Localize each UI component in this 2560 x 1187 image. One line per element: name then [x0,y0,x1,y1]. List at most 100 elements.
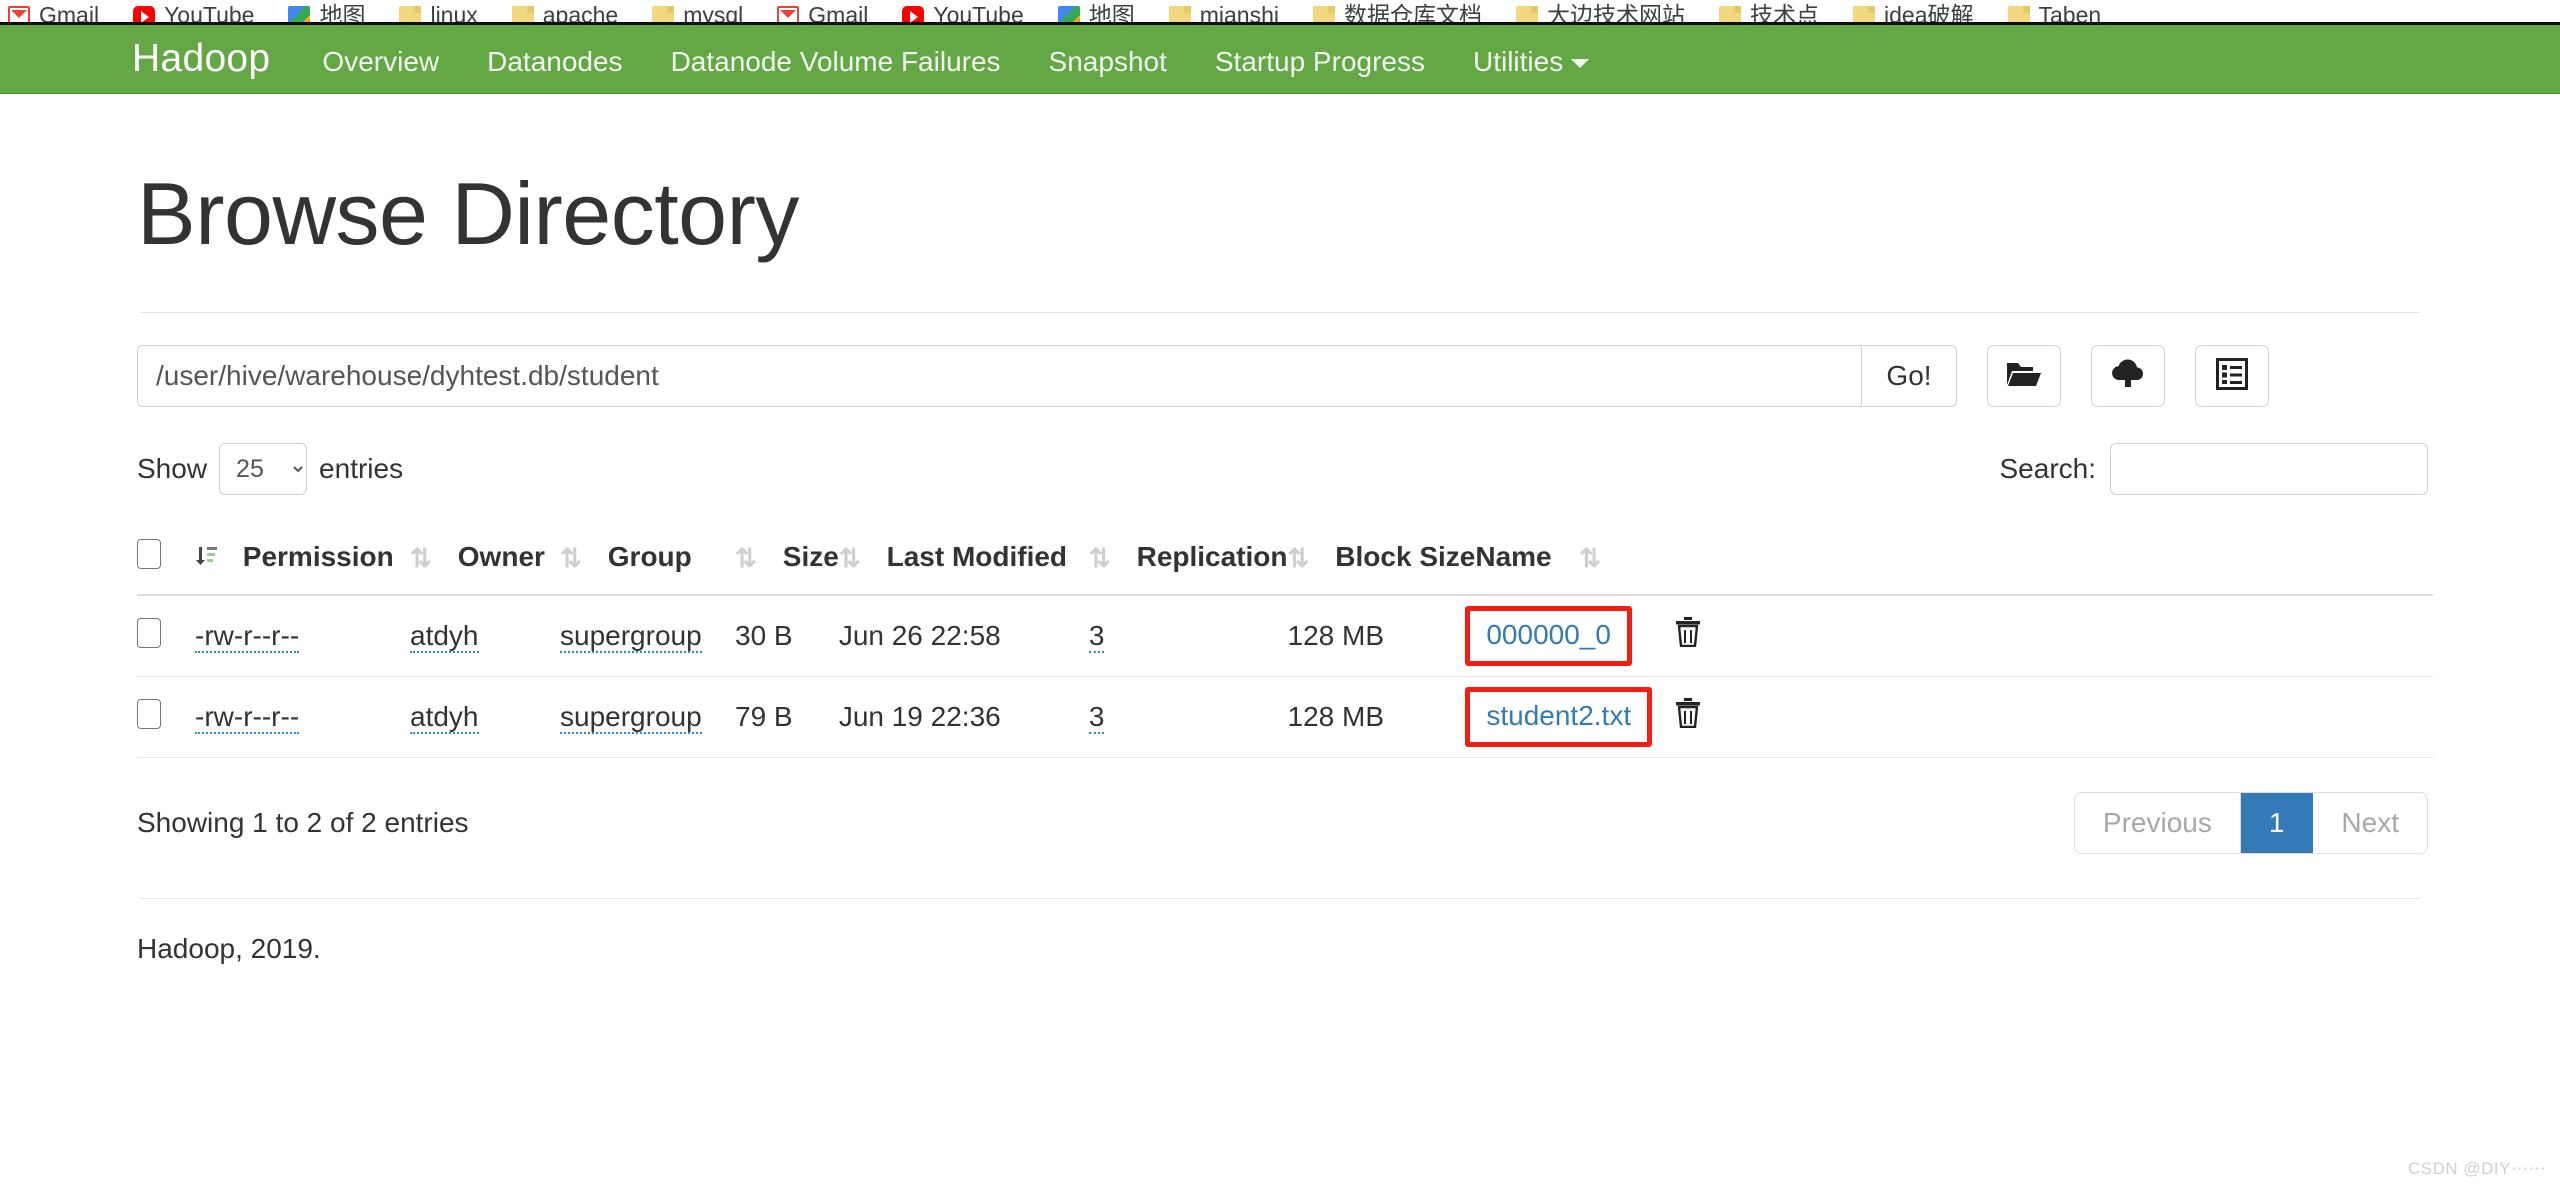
bookmark-label: Gmail [808,2,869,22]
sort-icon: ⇅ [838,543,861,574]
folder-icon [1313,6,1336,22]
go-button[interactable]: Go! [1861,345,1957,408]
nav-datanode-volume-failures[interactable]: Datanode Volume Failures [671,46,1001,78]
upload-button[interactable] [2091,345,2165,408]
nav-snapshot[interactable]: Snapshot [1049,46,1167,78]
folder-icon [1516,6,1539,22]
bookmark-item[interactable]: 数据仓库文档 [1313,2,1482,22]
size-value: 79 B [735,701,793,733]
bookmark-item[interactable]: mysql [652,2,743,22]
brand-hadoop[interactable]: Hadoop [132,37,270,81]
column-size-label: Size [782,541,839,573]
title-divider [140,312,2420,314]
search-label: Search: [1999,453,2097,485]
column-owner[interactable]: ⇅ Owner [410,521,560,597]
pagination-next[interactable]: Next [2313,793,2427,854]
column-block-size[interactable]: ⇅ Block Size [1287,521,1476,597]
bookmark-item[interactable]: linux [399,2,478,22]
path-input-group: Go! [137,345,1957,408]
column-size[interactable]: ⇅ Size [735,521,839,597]
group-value[interactable]: supergroup [560,620,702,654]
entries-label: entries [319,453,404,485]
row-select-cell [137,676,195,759]
column-select-all[interactable] [137,521,195,597]
footer-divider [140,898,2420,900]
row-group-cell: supergroup [560,595,735,678]
page-length-control: Show 2550100 entries [137,443,404,496]
show-label: Show [137,453,208,485]
group-value[interactable]: supergroup [560,701,702,735]
watermark: CSDN @DIY⋯⋯ [2408,1159,2546,1178]
row-delete-cell [1675,595,2433,678]
bookmark-label: 技术点 [1750,2,1820,22]
row-last-modified-cell: Jun 19 22:36 [838,676,1089,759]
directory-path-input[interactable] [137,345,1861,408]
row-owner-cell: atdyh [410,595,560,678]
bookmark-label: mianshi [1199,2,1280,22]
bookmark-item[interactable]: 地图 [1057,2,1135,22]
replication-value[interactable]: 3 [1088,620,1105,654]
bookmark-label: Taben [2038,2,2102,22]
row-replication-cell: 3 [1088,595,1288,678]
table-row: -rw-r--r-- atdyh supergroup 79 B Jun 19 22:3… [137,676,2433,759]
nav-overview[interactable]: Overview [322,46,439,78]
bookmark-item[interactable]: apache [511,2,618,22]
bookmark-item[interactable]: 地图 [288,2,365,22]
owner-value[interactable]: atdyh [410,701,479,735]
permission-value[interactable]: -rw-r--r-- [195,701,300,735]
bookmark-item[interactable]: mianshi [1168,2,1280,22]
row-group-cell: supergroup [560,676,735,759]
bookmark-item[interactable]: YouTube [133,2,254,22]
row-checkbox[interactable] [137,617,161,648]
sort-icon: ⇅ [410,543,432,574]
bookmark-item[interactable]: 技术点 [1719,2,1819,22]
column-block-size-label: Block Size [1335,541,1476,573]
page-length-select[interactable]: 2550100 [219,443,308,496]
row-last-modified-cell: Jun 26 22:58 [838,595,1089,678]
browser-bookmarks-bar: Gmail YouTube 地图 linux apache mysql Gmail YouTu… [0,0,2560,22]
pagination: Previous 1 Next [2073,792,2428,855]
block-size-value: 128 MB [1287,620,1385,652]
column-owner-label: Owner [457,541,545,573]
column-group[interactable]: ⇅ Group [560,521,735,597]
row-name-cell: student2.txt [1465,676,1676,759]
column-last-modified[interactable]: ⇅ Last Modified [838,521,1089,597]
nav-datanodes[interactable]: Datanodes [487,46,622,78]
row-name-cell: 000000_0 [1465,595,1676,678]
block-size-value: 128 MB [1287,701,1385,733]
row-size-cell: 30 B [735,595,839,678]
column-permission[interactable]: Permission [195,521,410,597]
files-table-header-row: Permission ⇅ Owner ⇅ Group ⇅ Size ⇅ Last… [137,521,2433,597]
bookmark-label: 地图 [319,2,366,22]
trash-icon[interactable] [1675,617,1701,654]
column-group-label: Group [607,541,692,573]
permission-value[interactable]: -rw-r--r-- [195,620,300,654]
bookmark-item[interactable]: Taben [2007,2,2102,22]
nav-utilities[interactable]: Utilities [1473,46,1590,78]
column-name[interactable]: Name ⇅ [1475,521,1676,597]
trash-icon[interactable] [1675,698,1701,735]
pagination-previous[interactable]: Previous [2074,793,2241,854]
file-name-link[interactable]: 000000_0 [1486,619,1611,650]
replication-value[interactable]: 3 [1088,701,1105,735]
bookmark-item[interactable]: Gmail [8,2,99,22]
cloud-upload-icon [2109,359,2147,394]
search-input[interactable] [2110,443,2428,496]
row-select-cell [137,595,195,678]
pagination-page-1[interactable]: 1 [2240,793,2314,854]
file-name-link[interactable]: student2.txt [1486,700,1631,731]
column-replication[interactable]: ⇅ Replication [1088,521,1288,597]
nav-startup-progress[interactable]: Startup Progress [1215,46,1425,78]
files-table-head: Permission ⇅ Owner ⇅ Group ⇅ Size ⇅ Last… [137,521,2433,597]
select-all-checkbox[interactable] [137,539,161,570]
datatable-controls: Show 2550100 entries Search: [137,443,2428,496]
row-checkbox[interactable] [137,698,161,729]
cut-paste-button[interactable] [2195,345,2269,408]
new-directory-button[interactable] [1987,345,2061,408]
bookmark-item[interactable]: Gmail [777,2,868,22]
bookmark-label: linux [430,2,478,22]
bookmark-item[interactable]: YouTube [902,2,1024,22]
bookmark-item[interactable]: 大边技术网站 [1516,2,1685,22]
owner-value[interactable]: atdyh [410,620,479,654]
bookmark-item[interactable]: idea破解 [1853,2,1974,22]
